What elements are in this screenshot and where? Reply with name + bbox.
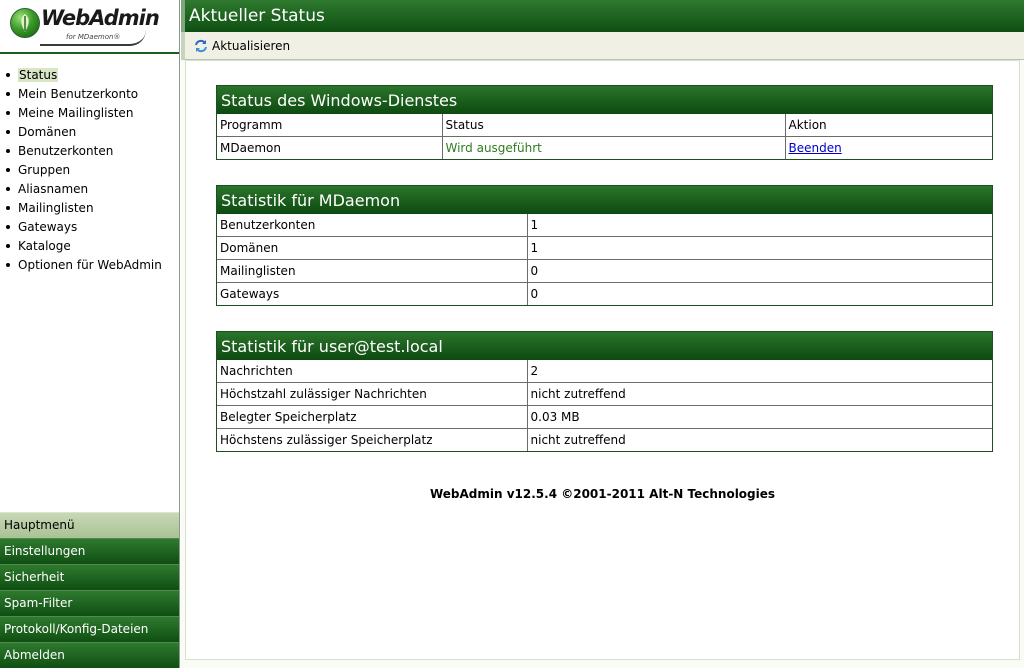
table-row: Domänen 1 [217, 236, 992, 260]
stat-value: 0 [526, 259, 992, 283]
stat-label: Höchstzahl zulässiger Nachrichten [217, 382, 528, 406]
mdaemon-stats-table: Benutzerkonten 1 Domänen 1 Mailinglisten… [217, 214, 992, 305]
nav-item-aliasnamen[interactable]: Aliasnamen [0, 180, 179, 199]
sidebar: WebAdmin for MDaemon® Status Mein Benutz… [0, 0, 180, 668]
footer-copyright: WebAdmin v12.5.4 ©2001-2011 Alt-N Techno… [429, 487, 776, 501]
main-area: Aktueller Status Aktualisieren Status de… [181, 0, 1024, 668]
mdaemon-stats-panel: Statistik für MDaemon Benutzerkonten 1 D… [216, 185, 993, 306]
sidebar-nav: Status Mein Benutzerkonto Meine Mailingl… [0, 54, 179, 275]
nav-item-label: Gateways [18, 220, 78, 234]
nav-item-label: Gruppen [18, 163, 71, 177]
table-row: Mailinglisten 0 [217, 259, 992, 283]
nav-item-label: Status [18, 68, 59, 82]
bullet-icon [6, 91, 10, 96]
nav-item-kataloge[interactable]: Kataloge [0, 237, 179, 256]
nav-item-label: Meine Mailinglisten [18, 106, 134, 120]
nav-item-optionen[interactable]: Optionen für WebAdmin [0, 256, 179, 275]
nav-item-label: Aliasnamen [18, 182, 89, 196]
bullet-icon [6, 243, 10, 248]
bullet-icon [6, 110, 10, 115]
stat-value: 1 [526, 214, 992, 237]
bullet-icon [6, 72, 10, 77]
table-row: Höchstzahl zulässiger Nachrichten nicht … [217, 382, 992, 406]
column-header: Status [441, 114, 786, 137]
program-name: MDaemon [217, 136, 443, 159]
nav-item-domaenen[interactable]: Domänen [0, 123, 179, 142]
stat-value: nicht zutreffend [526, 382, 992, 406]
bullet-icon [6, 148, 10, 153]
nav-item-mein-benutzerkonto[interactable]: Mein Benutzerkonto [0, 85, 179, 104]
stat-value: 2 [526, 360, 992, 383]
column-header: Aktion [784, 114, 992, 137]
refresh-button[interactable]: Aktualisieren [194, 39, 290, 53]
menu-protokoll[interactable]: Protokoll/Konfig-Dateien [0, 616, 179, 642]
stat-label: Nachrichten [217, 360, 528, 383]
stat-value: nicht zutreffend [526, 428, 992, 451]
nav-item-label: Kataloge [18, 239, 71, 253]
menu-hauptmenue[interactable]: Hauptmenü [0, 512, 179, 538]
bullet-icon [6, 167, 10, 172]
table-row: Benutzerkonten 1 [217, 214, 992, 237]
toolbar: Aktualisieren [181, 32, 1024, 60]
nav-item-meine-mailinglisten[interactable]: Meine Mailinglisten [0, 104, 179, 123]
mdaemon-stats-title: Statistik für MDaemon [217, 186, 992, 214]
stat-label: Gateways [217, 282, 528, 305]
menu-abmelden[interactable]: Abmelden [0, 642, 179, 668]
service-status: Wird ausgeführt [441, 136, 786, 159]
stat-label: Benutzerkonten [217, 214, 528, 237]
service-status-panel: Status des Windows-Dienstes Programm Sta… [216, 85, 993, 160]
menu-sicherheit[interactable]: Sicherheit [0, 564, 179, 590]
bullet-icon [6, 129, 10, 134]
refresh-label: Aktualisieren [212, 39, 291, 53]
table-row: Belegter Speicherplatz 0.03 MB [217, 405, 992, 429]
bullet-icon [6, 262, 10, 267]
table-header-row: Programm Status Aktion [217, 114, 992, 137]
table-row: MDaemon Wird ausgeführt Beenden [217, 136, 992, 159]
nav-item-label: Benutzerkonten [18, 144, 114, 158]
refresh-icon [195, 39, 207, 53]
nav-item-label: Mailinglisten [18, 201, 94, 215]
bottom-menu: Hauptmenü Einstellungen Sicherheit Spam-… [0, 512, 179, 668]
menu-spam-filter[interactable]: Spam-Filter [0, 590, 179, 616]
table-row: Höchstens zulässiger Speicherplatz nicht… [217, 428, 992, 451]
user-stats-title: Statistik für user@test.local [217, 332, 992, 360]
stop-service-link[interactable]: Beenden [789, 141, 842, 155]
bullet-icon [6, 186, 10, 191]
nav-item-gruppen[interactable]: Gruppen [0, 161, 179, 180]
stat-value: 0 [526, 282, 992, 305]
nav-item-status[interactable]: Status [0, 66, 179, 85]
page-title: Aktueller Status [181, 0, 1024, 32]
column-header: Programm [217, 114, 443, 137]
service-table: Programm Status Aktion MDaemon Wird ausg… [217, 114, 992, 159]
stat-label: Belegter Speicherplatz [217, 405, 528, 429]
nav-item-gateways[interactable]: Gateways [0, 218, 179, 237]
globe-logo-icon [10, 8, 40, 38]
stat-value: 0.03 MB [526, 405, 992, 429]
content-area: Status des Windows-Dienstes Programm Sta… [185, 60, 1020, 660]
stat-value: 1 [526, 236, 992, 260]
user-stats-table: Nachrichten 2 Höchstzahl zulässiger Nach… [217, 360, 992, 451]
table-row: Gateways 0 [217, 282, 992, 305]
action-cell: Beenden [784, 136, 992, 159]
bullet-icon [6, 224, 10, 229]
nav-item-benutzerkonten[interactable]: Benutzerkonten [0, 142, 179, 161]
nav-item-label: Domänen [18, 125, 77, 139]
stat-label: Mailinglisten [217, 259, 528, 283]
table-row: Nachrichten 2 [217, 360, 992, 383]
stat-label: Höchstens zulässiger Speicherplatz [217, 428, 528, 451]
user-stats-panel: Statistik für user@test.local Nachrichte… [216, 331, 993, 452]
nav-item-mailinglisten[interactable]: Mailinglisten [0, 199, 179, 218]
nav-item-label: Mein Benutzerkonto [18, 87, 139, 101]
webadmin-logo[interactable]: WebAdmin for MDaemon® [0, 0, 179, 54]
logo-subtitle: for MDaemon® [66, 33, 121, 41]
stat-label: Domänen [217, 236, 528, 260]
bullet-icon [6, 205, 10, 210]
logo-brand: WebAdmin [41, 6, 160, 30]
nav-item-label: Optionen für WebAdmin [18, 258, 162, 272]
menu-einstellungen[interactable]: Einstellungen [0, 538, 179, 564]
service-panel-title: Status des Windows-Dienstes [217, 86, 992, 114]
